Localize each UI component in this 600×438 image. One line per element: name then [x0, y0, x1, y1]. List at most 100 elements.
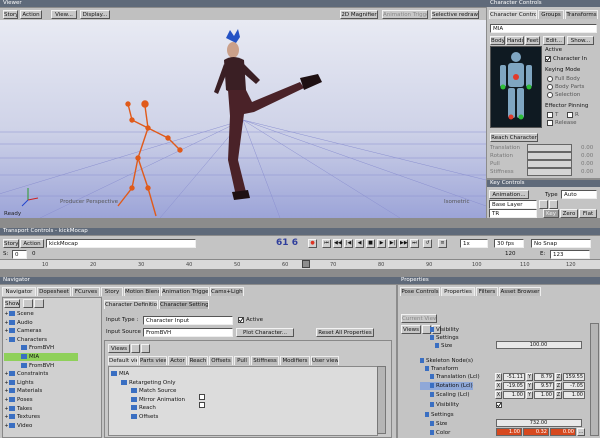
end-frame-field[interactable]: 123: [550, 250, 590, 259]
input-type-select[interactable]: Character Input: [143, 316, 233, 325]
tree-item-mia[interactable]: MIA: [4, 353, 78, 361]
animation-menu-button[interactable]: Animation...: [489, 190, 529, 199]
viewer-menu-action[interactable]: Action: [20, 10, 42, 19]
property-row-size[interactable]: Size: [420, 420, 447, 428]
tab-pose-controls[interactable]: Pose Controls: [400, 287, 440, 296]
property-row-settings[interactable]: Settings: [420, 411, 454, 419]
property-row-scaling-lcl[interactable]: Scaling (Lcl): [420, 391, 470, 399]
property-row-rotation-lcl[interactable]: Rotation (Lcl): [420, 382, 473, 390]
pin-r-checkbox[interactable]: [567, 112, 573, 118]
reach-character-button[interactable]: Reach Character: [490, 133, 538, 142]
view-tab-reach[interactable]: Reach: [188, 356, 208, 365]
tab-character-controls[interactable]: Character Controls: [489, 10, 537, 19]
start-frame-field[interactable]: 0: [12, 250, 27, 259]
scaling-x-field[interactable]: 1.00: [503, 391, 525, 399]
color-r-field[interactable]: 1.00: [496, 428, 522, 436]
size-value[interactable]: 732.00: [496, 419, 582, 427]
speed-select[interactable]: 1x: [460, 239, 488, 248]
radio-full-body[interactable]: [547, 76, 553, 82]
feet-tab-button[interactable]: Feet: [525, 36, 540, 45]
tree-options-button-2[interactable]: [34, 299, 44, 308]
property-row-visibility[interactable]: Visibility: [420, 401, 459, 409]
input-source-select[interactable]: FromBVH: [143, 328, 233, 337]
tab-fcurves[interactable]: FCurves: [72, 287, 100, 296]
base-layer-select[interactable]: Base Layer: [489, 200, 537, 209]
record-button[interactable]: ●: [308, 239, 317, 248]
viewport[interactable]: Producer Perspective Isometric Ready: [0, 20, 486, 218]
snap-select[interactable]: No Snap: [531, 239, 591, 248]
tab-filters[interactable]: Filters: [476, 287, 498, 296]
property-row-size[interactable]: Size: [420, 342, 452, 350]
rotation-z-field[interactable]: -7.05: [563, 382, 585, 390]
show-button[interactable]: Show...: [567, 36, 594, 45]
tab-properties[interactable]: Properties: [441, 287, 475, 296]
tree-item-video[interactable]: + Video: [4, 422, 32, 430]
selective-redraw-button[interactable]: Selective redraw: [431, 10, 479, 19]
2d-magnifier-button[interactable]: 2D Magnifier: [340, 10, 378, 19]
setting-retargeting-only[interactable]: Retargeting Only: [111, 379, 176, 387]
zero-button[interactable]: Zero: [560, 209, 578, 218]
tree-item-poses[interactable]: + Poses: [4, 396, 33, 404]
views-button[interactable]: Views: [108, 344, 130, 353]
translation-x-field[interactable]: -51.11: [503, 373, 525, 381]
property-row-settings[interactable]: Settings: [420, 334, 459, 342]
color-picker-button[interactable]: …: [577, 428, 585, 436]
prev-key-button[interactable]: |◀: [344, 239, 353, 248]
view-tab-pull[interactable]: Pull: [234, 356, 250, 365]
color-g-field[interactable]: 0.32: [523, 428, 549, 436]
viewer-menu-display[interactable]: Display...: [80, 10, 110, 19]
step-back-button[interactable]: ◀◀: [333, 239, 342, 248]
view-tab-modifiers[interactable]: Modifiers: [280, 356, 310, 365]
property-row-color[interactable]: Color: [420, 429, 450, 436]
tr-select[interactable]: TR: [489, 209, 537, 218]
props-scrollbar[interactable]: [377, 366, 386, 434]
viewer-menu-view[interactable]: View...: [51, 10, 77, 19]
tab-motion-blend[interactable]: Motion Blend: [124, 287, 160, 296]
next-key-button[interactable]: ▶|: [388, 239, 397, 248]
visibility-checkbox[interactable]: [496, 402, 502, 408]
type-select[interactable]: Auto: [561, 190, 597, 199]
tree-item-textures[interactable]: + Textures: [4, 413, 40, 421]
setting-mirror-animation[interactable]: Mirror Animation: [111, 396, 185, 404]
tree-item-audio[interactable]: + Audio: [4, 319, 33, 327]
go-start-button[interactable]: ⏮: [322, 239, 331, 248]
scaling-z-field[interactable]: 1.00: [563, 391, 585, 399]
reach-pull-slider[interactable]: [527, 160, 572, 168]
match-source-checkbox[interactable]: [199, 394, 205, 400]
layer-button-b[interactable]: [549, 200, 558, 209]
timeline-ruler[interactable]: 10 20 30 40 50 60 70 80 90 100 110 120: [0, 259, 600, 269]
tree-item-materials[interactable]: + Materials: [4, 387, 42, 395]
view-tab-offsets[interactable]: Offsets: [209, 356, 233, 365]
character-select[interactable]: MIA: [490, 24, 597, 33]
go-end-button[interactable]: ⏭: [410, 239, 419, 248]
key-button[interactable]: Key: [543, 209, 559, 218]
property-row-skeleton-node-s[interactable]: Skeleton Node(s): [420, 357, 473, 365]
tree-item-takes[interactable]: + Takes: [4, 405, 32, 413]
reach-rotation-slider[interactable]: [527, 152, 572, 160]
tab-dopesheet[interactable]: Dopesheet: [37, 287, 71, 296]
tree-item-cameras[interactable]: + Cameras: [4, 327, 41, 335]
mode-button[interactable]: ≡: [438, 239, 447, 248]
view-tab-actor[interactable]: Actor: [168, 356, 187, 365]
property-row-visibility[interactable]: Visibility: [420, 326, 459, 334]
tab-navigator[interactable]: Navigator: [2, 287, 36, 296]
setting-offsets[interactable]: Offsets: [111, 413, 158, 421]
pin-t-checkbox[interactable]: [547, 112, 553, 118]
view-tab-stiffness[interactable]: Stiffness: [251, 356, 279, 365]
rotation-x-field[interactable]: -19.05: [503, 382, 525, 390]
tab-animation-trigger[interactable]: Animation Trigger: [161, 287, 209, 296]
tree-options-button[interactable]: [23, 299, 33, 308]
transport-action-button[interactable]: Action: [20, 239, 44, 248]
view-tab-user-view[interactable]: User view: [311, 356, 339, 365]
tree-item-characters[interactable]: - Characters: [4, 336, 47, 344]
reach-translation-slider[interactable]: [527, 144, 572, 152]
viewer-menu-story[interactable]: Story: [3, 10, 18, 19]
edit-button[interactable]: Edit...: [543, 36, 565, 45]
tree-item-constraints[interactable]: + Constraints: [4, 370, 48, 378]
character-in-checkbox[interactable]: [545, 56, 551, 62]
timeline-playhead[interactable]: [302, 260, 310, 268]
layer-button-a[interactable]: [539, 200, 548, 209]
tree-item-lights[interactable]: + Lights: [4, 379, 34, 387]
translation-y-field[interactable]: 8.79: [534, 373, 554, 381]
active-checkbox[interactable]: [238, 317, 244, 323]
